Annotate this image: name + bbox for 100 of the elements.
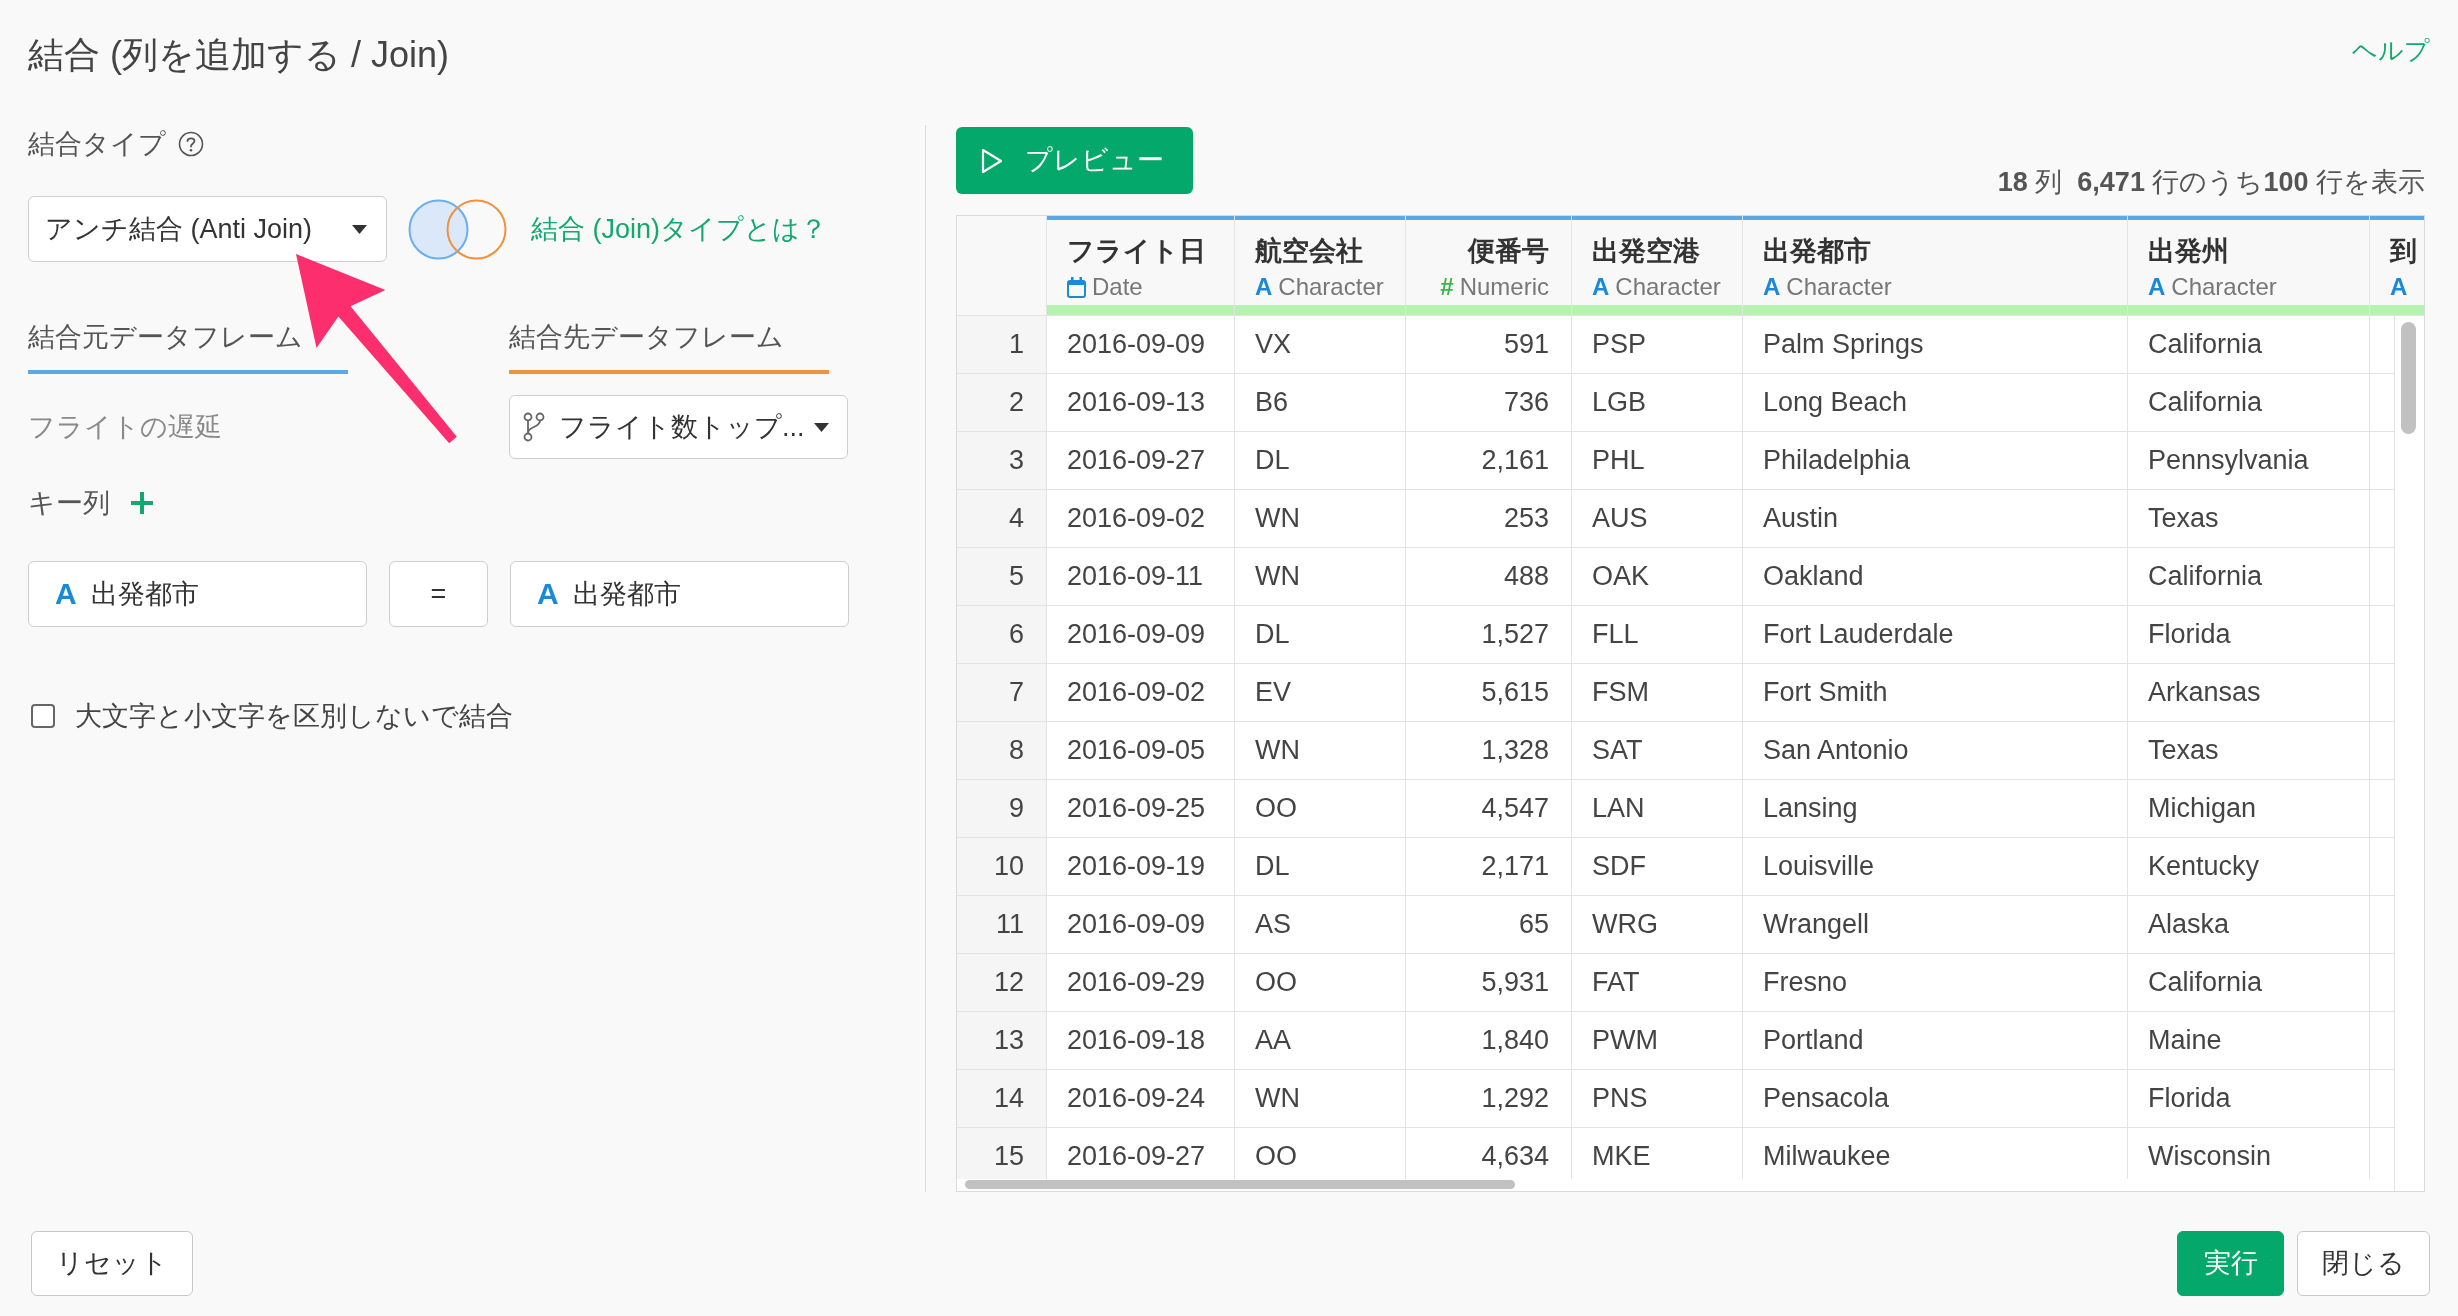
checkbox[interactable] <box>31 704 55 728</box>
column-header[interactable]: 便番号 # Numeric <box>1406 216 1572 315</box>
table-cell: 2016-09-25 <box>1047 780 1235 837</box>
vertical-scrollbar[interactable] <box>2401 322 2416 434</box>
table-cell: OAK <box>1572 548 1743 605</box>
table-cell: 2016-09-09 <box>1047 316 1235 373</box>
join-type-label: 結合タイプ <box>28 128 166 161</box>
table-cell: 4,547 <box>1406 780 1572 837</box>
row-number: 9 <box>957 780 1047 837</box>
table-cell: San Antonio <box>1743 722 2128 779</box>
table-cell: Pennsylvania <box>2128 432 2370 489</box>
table-cell: Long Beach <box>1743 374 2128 431</box>
dialog-button[interactable]: リセット <box>31 1230 193 1296</box>
column-header[interactable]: 出発空港 A Character <box>1572 216 1743 315</box>
table-cell: WN <box>1235 548 1406 605</box>
table-cell: 2016-09-13 <box>1047 374 1235 431</box>
dialog-button[interactable]: 閉じる <box>2297 1230 2430 1296</box>
table-cell: 2016-09-02 <box>1047 664 1235 721</box>
table-cell: 2016-09-11 <box>1047 548 1235 605</box>
table-cell: 1,328 <box>1406 722 1572 779</box>
table-cell: Palm Springs <box>1743 316 2128 373</box>
column-header[interactable]: 出発州 A Character <box>2128 216 2370 315</box>
table-cell: Maine <box>2128 1012 2370 1069</box>
table-cell: DL <box>1235 606 1406 663</box>
table-cell: WRG <box>1572 896 1743 953</box>
table-cell: DL <box>1235 432 1406 489</box>
table-cell: FLL <box>1572 606 1743 663</box>
column-type-label: Character <box>1786 272 1892 302</box>
table-cell: LGB <box>1572 374 1743 431</box>
column-name: 出発都市 <box>1763 235 1871 268</box>
column-name: フライト日 <box>1067 235 1206 268</box>
join-type-select[interactable]: アンチ結合 (Anti Join) <box>28 196 387 262</box>
table-cell: FAT <box>1572 954 1743 1011</box>
table-cell: Florida <box>2128 1070 2370 1127</box>
column-name: 出発州 <box>2148 235 2229 268</box>
plus-icon[interactable] <box>130 491 154 515</box>
table-cell: 736 <box>1406 374 1572 431</box>
table-cell: PSP <box>1572 316 1743 373</box>
numeric-type-icon: # <box>1440 273 1454 301</box>
table-cell: Arkansas <box>2128 664 2370 721</box>
dataframe-select[interactable]: フライト数トップ... <box>509 395 848 459</box>
column-header[interactable]: 出発都市 A Character <box>1743 216 2128 315</box>
table-cell: Pensacola <box>1743 1070 2128 1127</box>
row-number: 10 <box>957 838 1047 895</box>
table-cell: California <box>2128 316 2370 373</box>
table-cell: California <box>2128 548 2370 605</box>
table-cell: PNS <box>1572 1070 1743 1127</box>
table-cell: Alaska <box>2128 896 2370 953</box>
help-icon[interactable] <box>178 131 204 157</box>
key-column-select[interactable]: A 出発都市 <box>28 561 367 627</box>
table-cell: Wrangell <box>1743 896 2128 953</box>
table-cell: LAN <box>1572 780 1743 837</box>
column-header[interactable]: 到 A <box>2370 216 2424 315</box>
column-name: 便番号 <box>1468 235 1549 268</box>
row-number: 1 <box>957 316 1047 373</box>
table-cell: Texas <box>2128 722 2370 779</box>
table-cell: 488 <box>1406 548 1572 605</box>
dialog-title: 結合 (列を追加する / Join) <box>28 33 450 77</box>
table-cell: FSM <box>1572 664 1743 721</box>
table-cell: Lansing <box>1743 780 2128 837</box>
row-number: 6 <box>957 606 1047 663</box>
table-cell: 253 <box>1406 490 1572 547</box>
table-cell: 5,931 <box>1406 954 1572 1011</box>
table-cell: WN <box>1235 722 1406 779</box>
table-cell: 1,292 <box>1406 1070 1572 1127</box>
row-number: 11 <box>957 896 1047 953</box>
table-cell: 2016-09-05 <box>1047 722 1235 779</box>
table-cell: California <box>2128 954 2370 1011</box>
key-column-select[interactable]: A 出発都市 <box>510 561 849 627</box>
table-cell: 2016-09-24 <box>1047 1070 1235 1127</box>
table-cell: WN <box>1235 490 1406 547</box>
table-cell: 2016-09-02 <box>1047 490 1235 547</box>
column-header[interactable]: 航空会社 A Character <box>1235 216 1406 315</box>
caret-icon <box>352 224 367 234</box>
key-columns-label: キー列 <box>28 487 110 520</box>
column-header[interactable]: フライト日 Date <box>1047 216 1235 315</box>
row-number: 14 <box>957 1070 1047 1127</box>
table-cell: 1,527 <box>1406 606 1572 663</box>
table-cell: Michigan <box>2128 780 2370 837</box>
table-cell: Oakland <box>1743 548 2128 605</box>
table-cell: AA <box>1235 1012 1406 1069</box>
row-number: 13 <box>957 1012 1047 1069</box>
horizontal-scrollbar[interactable] <box>965 1180 1515 1189</box>
table-cell: DL <box>1235 838 1406 895</box>
table-cell: 591 <box>1406 316 1572 373</box>
table-cell: 2016-09-18 <box>1047 1012 1235 1069</box>
venn-diagram-icon <box>408 197 507 261</box>
row-number: 4 <box>957 490 1047 547</box>
row-number: 12 <box>957 954 1047 1011</box>
table-cell: 1,840 <box>1406 1012 1572 1069</box>
character-type-icon: A <box>55 577 77 611</box>
character-type-icon: A <box>537 577 559 611</box>
dataframe-name: フライトの遅延 <box>28 411 222 444</box>
table-cell: 2,171 <box>1406 838 1572 895</box>
table-cell: Louisville <box>1743 838 2128 895</box>
row-count-summary: 18 列 6,471 行のうち100 行を表示 <box>1997 167 2425 197</box>
table-cell: Portland <box>1743 1012 2128 1069</box>
column-name: 出発空港 <box>1592 235 1700 268</box>
character-type-icon: A <box>2148 273 2166 301</box>
table-cell: B6 <box>1235 374 1406 431</box>
